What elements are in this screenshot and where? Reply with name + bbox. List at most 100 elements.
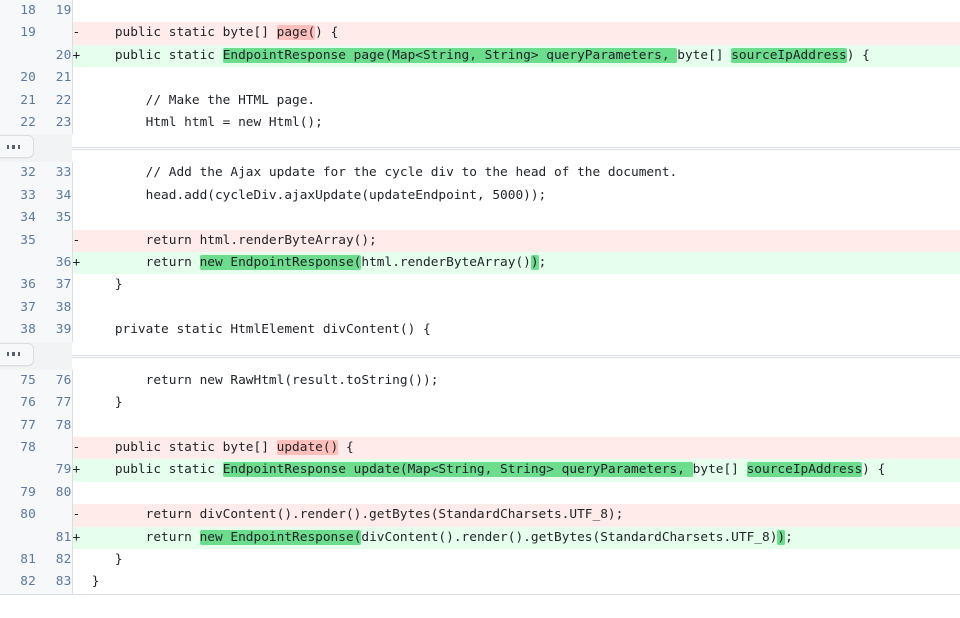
code-text: }	[84, 277, 123, 293]
hunk-expander-cell	[0, 341, 72, 370]
old-line-number[interactable]: 37	[0, 296, 36, 320]
new-line-number[interactable]: 76	[36, 369, 73, 393]
diff-code-cell[interactable]: }	[84, 548, 960, 572]
code-text: private static HtmlElement divContent() …	[84, 322, 431, 338]
new-line-number[interactable]: 80	[36, 481, 73, 505]
old-line-number[interactable]: 19	[0, 22, 36, 45]
new-line-number[interactable]	[36, 22, 73, 45]
old-line-number[interactable]: 22	[0, 112, 36, 135]
old-line-number[interactable]: 32	[0, 162, 36, 185]
diff-line-row: 80 - return divContent().render().getByte…	[0, 504, 960, 527]
diff-code-cell[interactable]	[84, 481, 960, 505]
old-line-number[interactable]: 36	[0, 274, 36, 297]
code-text: byte[]	[692, 462, 747, 478]
changed-word-highlight: new EndpointResponse(	[199, 255, 362, 271]
old-line-number[interactable]: 80	[0, 504, 36, 527]
new-line-number[interactable]: 79	[36, 459, 73, 482]
diff-code-cell[interactable]	[84, 67, 960, 90]
new-line-number[interactable]: 83	[36, 571, 73, 595]
old-line-number[interactable]: 76	[0, 392, 36, 415]
new-line-number[interactable]: 21	[36, 67, 73, 90]
diff-marker	[72, 184, 84, 208]
new-line-number[interactable]: 82	[36, 548, 73, 572]
new-line-number[interactable]: 39	[36, 319, 73, 342]
old-line-number[interactable]	[0, 252, 36, 275]
new-line-number[interactable]: 35	[36, 207, 73, 230]
expand-hunk-button[interactable]	[0, 135, 34, 159]
diff-code-cell[interactable]: public static byte[] update() {	[84, 436, 960, 460]
diff-code-cell[interactable]: head.add(cycleDiv.ajaxUpdate(updateEndpo…	[84, 184, 960, 208]
new-line-number[interactable]: 33	[36, 162, 73, 185]
old-line-number[interactable]: 20	[0, 67, 36, 90]
code-text: ) {	[315, 25, 339, 41]
old-line-number[interactable]: 33	[0, 184, 36, 208]
code-text: // Add the Ajax update for the cycle div…	[84, 165, 678, 181]
new-line-number[interactable]	[36, 504, 73, 527]
old-line-number[interactable]: 75	[0, 369, 36, 393]
changed-word-highlight: EndpointResponse update(Map<String, Stri…	[222, 462, 693, 478]
changed-word-highlight: sourceIpAddress	[731, 47, 847, 63]
diff-code-cell[interactable]: Html html = new Html();	[84, 112, 960, 135]
new-line-number[interactable]: 38	[36, 296, 73, 320]
diff-code-cell[interactable]: // Add the Ajax update for the cycle div…	[84, 162, 960, 185]
diff-code-cell[interactable]: return new EndpointResponse(divContent()…	[84, 526, 960, 549]
diff-marker: -	[72, 229, 84, 253]
new-line-number[interactable]	[36, 436, 73, 460]
diff-line-row: 35 - return html.renderByteArray();	[0, 229, 960, 253]
old-line-number[interactable]: 38	[0, 319, 36, 342]
diff-code-cell[interactable]	[84, 207, 960, 230]
diff-code-cell[interactable]: return new EndpointResponse(html.renderB…	[84, 252, 960, 275]
diff-code-cell[interactable]	[84, 414, 960, 437]
old-line-number[interactable]: 21	[0, 89, 36, 113]
diff-marker	[72, 392, 84, 415]
code-text: }	[84, 574, 100, 590]
diff-marker	[72, 162, 84, 185]
new-line-number[interactable]: 34	[36, 184, 73, 208]
diff-line-row: 20 + public static EndpointResponse page(…	[0, 44, 960, 68]
new-line-number[interactable]: 23	[36, 112, 73, 135]
diff-code-cell[interactable]	[84, 0, 960, 23]
diff-code-cell[interactable]: public static EndpointResponse update(Ma…	[84, 459, 960, 482]
old-line-number[interactable]: 81	[0, 548, 36, 572]
old-line-number[interactable]: 78	[0, 436, 36, 460]
new-line-number[interactable]: 78	[36, 414, 73, 437]
diff-line-row: 76 77 }	[0, 392, 960, 415]
new-line-number[interactable]: 20	[36, 44, 73, 68]
old-line-number[interactable]	[0, 459, 36, 482]
diff-code-cell[interactable]: // Make the HTML page.	[84, 89, 960, 113]
diff-code-cell[interactable]: public static byte[] page() {	[84, 22, 960, 45]
new-line-number[interactable]: 22	[36, 89, 73, 113]
diff-code-cell[interactable]: private static HtmlElement divContent() …	[84, 319, 960, 342]
old-line-number[interactable]: 82	[0, 571, 36, 595]
expand-hunk-button[interactable]	[0, 342, 34, 366]
new-line-number[interactable]: 37	[36, 274, 73, 297]
code-text: ) {	[862, 462, 886, 478]
diff-code-cell[interactable]: }	[84, 392, 960, 415]
diff-code-cell[interactable]: public static EndpointResponse page(Map<…	[84, 44, 960, 68]
changed-word-highlight: )	[777, 529, 786, 545]
diff-code-cell[interactable]: }	[84, 274, 960, 297]
diff-code-cell[interactable]: }	[84, 571, 960, 595]
new-line-number[interactable]	[36, 229, 73, 253]
code-text: divContent().render().getBytes(StandardC…	[361, 529, 778, 545]
new-line-number[interactable]: 81	[36, 526, 73, 549]
diff-line-row: 22 23 Html html = new Html();	[0, 112, 960, 135]
old-line-number[interactable]: 18	[0, 0, 36, 23]
old-line-number[interactable]: 77	[0, 414, 36, 437]
changed-word-highlight: page(	[276, 25, 316, 41]
code-text: }	[84, 395, 123, 411]
diff-line-row: 19 - public static byte[] page() {	[0, 22, 960, 45]
new-line-number[interactable]: 36	[36, 252, 73, 275]
old-line-number[interactable]: 79	[0, 481, 36, 505]
diff-code-cell[interactable]	[84, 296, 960, 320]
diff-code-cell[interactable]: return divContent().render().getBytes(St…	[84, 504, 960, 527]
old-line-number[interactable]: 35	[0, 229, 36, 253]
diff-code-cell[interactable]: return html.renderByteArray();	[84, 229, 960, 253]
old-line-number[interactable]	[0, 526, 36, 549]
new-line-number[interactable]: 77	[36, 392, 73, 415]
new-line-number[interactable]: 19	[36, 0, 73, 23]
old-line-number[interactable]: 34	[0, 207, 36, 230]
old-line-number[interactable]	[0, 44, 36, 68]
diff-code-cell[interactable]: return new RawHtml(result.toString());	[84, 369, 960, 393]
diff-marker: -	[72, 22, 84, 45]
